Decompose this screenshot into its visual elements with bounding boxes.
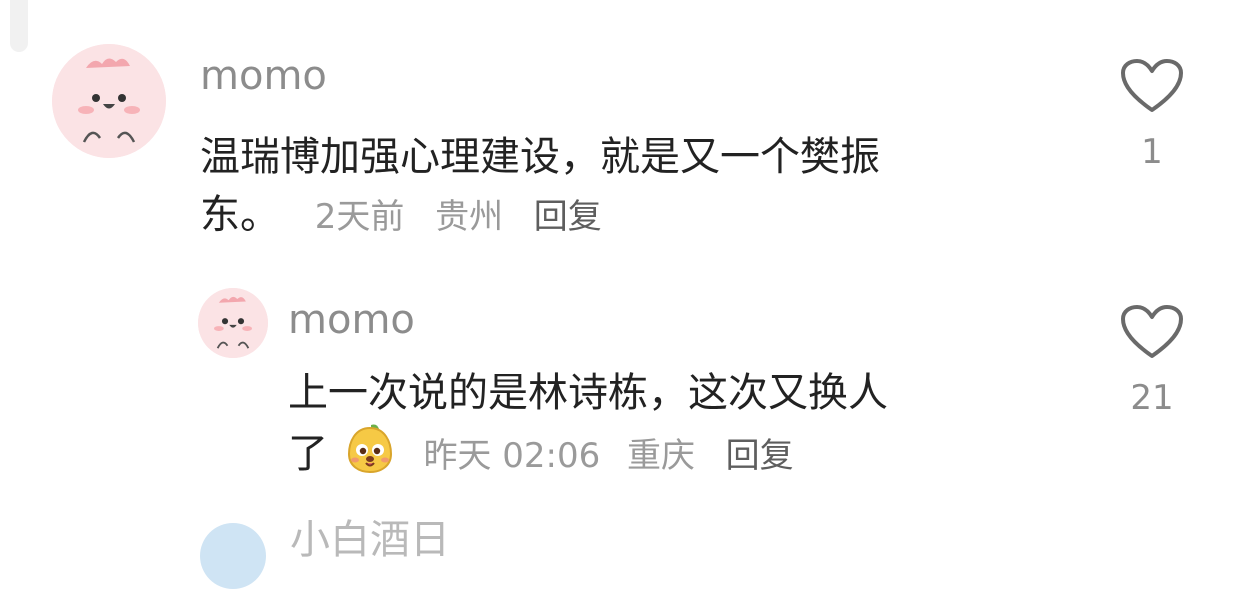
reply-button[interactable]: 回复 <box>534 197 602 237</box>
timestamp: 昨天 02:06 <box>423 436 601 476</box>
like-group: 1 <box>1112 58 1192 172</box>
mango-face-emoji-icon <box>345 422 395 490</box>
heart-icon[interactable] <box>1120 58 1184 114</box>
comment-text: 温瑞博加强心理建设，就是又一个樊振 东。 2天前 贵州 回复 <box>200 128 1100 246</box>
comment-text-line: 了 昨天 02:06 重庆 回复 <box>288 422 1108 490</box>
avatar-image-icon <box>52 44 166 158</box>
reply-button[interactable]: 回复 <box>726 436 794 476</box>
timestamp: 2天前 <box>314 197 405 237</box>
comment-text-tail: 东。 <box>200 192 280 238</box>
comment-text-line: 温瑞博加强心理建设，就是又一个樊振 <box>200 134 880 180</box>
location: 贵州 <box>435 197 504 237</box>
username[interactable]: momo <box>200 56 327 96</box>
heart-icon[interactable] <box>1120 304 1184 360</box>
like-group: 21 <box>1112 304 1192 418</box>
avatar-image-icon <box>198 288 268 358</box>
username[interactable]: momo <box>288 300 415 340</box>
comment-text-line: 上一次说的是林诗栋，这次又换人 <box>288 370 888 416</box>
comment-text: 上一次说的是林诗栋，这次又换人 了 昨天 02:06 重庆 回复 <box>288 364 1108 490</box>
avatar[interactable] <box>200 523 266 589</box>
comment-text-line: 东。 2天前 贵州 回复 <box>200 186 1100 246</box>
avatar[interactable] <box>198 288 268 358</box>
scroll-indicator <box>10 0 28 52</box>
like-count: 21 <box>1130 378 1174 418</box>
username[interactable]: 小白酒日 <box>290 520 450 560</box>
avatar[interactable] <box>52 44 166 158</box>
comment-text-tail: 了 <box>288 431 328 477</box>
location: 重庆 <box>626 436 695 476</box>
like-count: 1 <box>1141 132 1163 172</box>
